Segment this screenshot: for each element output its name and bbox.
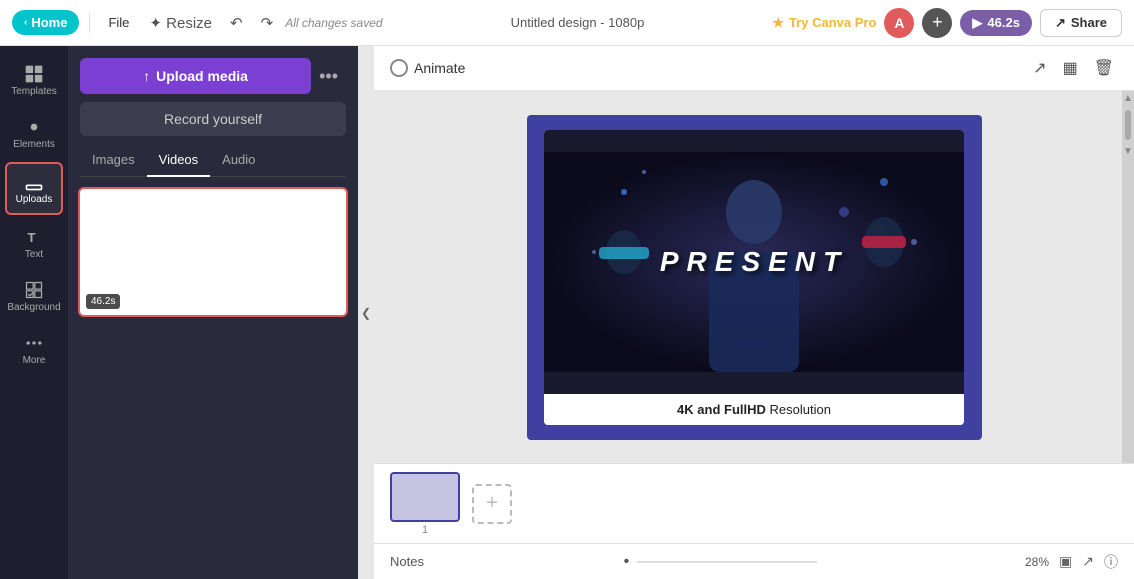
- add-slide-button[interactable]: +: [472, 484, 512, 524]
- scroll-down-arrow[interactable]: ▼: [1121, 144, 1134, 159]
- add-account-button[interactable]: +: [922, 8, 952, 38]
- background-icon: [24, 280, 44, 300]
- slide-video-area: PRESENT: [544, 130, 964, 394]
- chevron-left-icon: ‹: [24, 17, 27, 28]
- svg-text:T: T: [27, 230, 35, 245]
- animate-icon: [390, 59, 408, 77]
- background-label: Background: [7, 302, 60, 313]
- scrollbar-right[interactable]: ▲ ▼: [1122, 91, 1134, 463]
- design-title: Untitled design - 1080p: [511, 15, 645, 30]
- collapse-icon: ❮: [361, 306, 371, 320]
- share-icon: ↗: [1055, 15, 1066, 31]
- collapse-handle[interactable]: ❮: [358, 46, 374, 579]
- panel-tabs: Images Videos Audio: [80, 144, 346, 177]
- star-icon: ★: [772, 15, 784, 31]
- more-label: More: [23, 355, 46, 366]
- redo-button[interactable]: ↷: [255, 10, 280, 36]
- text-label: Text: [25, 249, 43, 260]
- nav-center: Untitled design - 1080p: [389, 15, 767, 30]
- record-yourself-button[interactable]: Record yourself: [80, 102, 346, 136]
- sidebar-item-uploads[interactable]: Uploads: [5, 162, 63, 215]
- sidebar-item-text[interactable]: T Text: [5, 219, 63, 268]
- elements-label: Elements: [13, 139, 55, 150]
- top-nav: ‹ Home File ✦ Resize ↶ ↷ All changes sav…: [0, 0, 1134, 46]
- zoom-label: 28%: [1025, 555, 1049, 569]
- uploads-icon: [24, 172, 44, 192]
- templates-icon: [24, 64, 44, 84]
- more-icon: [24, 333, 44, 353]
- help-button[interactable]: ⓘ: [1104, 552, 1118, 572]
- home-button[interactable]: ‹ Home: [12, 10, 79, 35]
- notes-right: 28% ▣ ↗ ⓘ: [1025, 552, 1118, 572]
- sidebar-item-background[interactable]: Background: [5, 272, 63, 321]
- resize-button[interactable]: ✦ Resize: [143, 10, 218, 36]
- media-item[interactable]: 46.2s: [78, 187, 348, 317]
- page-icon: ▣: [1059, 553, 1072, 569]
- sidebar-item-elements[interactable]: Elements: [5, 109, 63, 158]
- sidebar-item-more[interactable]: More: [5, 325, 63, 374]
- new-tab-icon-button[interactable]: ↗: [1029, 54, 1050, 82]
- slide-number-1: 1: [422, 524, 428, 536]
- text-icon: T: [24, 227, 44, 247]
- tab-audio[interactable]: Audio: [210, 144, 267, 177]
- timer-button[interactable]: ▶ 46.2s: [960, 10, 1032, 36]
- notes-label: Notes: [390, 554, 424, 569]
- file-button[interactable]: File: [100, 11, 137, 34]
- delete-icon-button[interactable]: 🗑: [1090, 54, 1118, 82]
- duplicate-icon-button[interactable]: ▦: [1059, 54, 1082, 82]
- slide-thumb-wrapper: 1: [390, 472, 460, 536]
- timeline-bar: 1 +: [374, 463, 1134, 543]
- slide-inner: PRESENT 4K and FullHD 4K and FullHD Reso…: [544, 130, 964, 425]
- canvas-toolbar-right: ↗ ▦ 🗑: [1029, 54, 1118, 82]
- media-duration: 46.2s: [86, 294, 120, 309]
- nav-divider: [89, 13, 90, 33]
- uploads-label: Uploads: [16, 194, 53, 205]
- uploads-panel: ↑ Upload media ••• Record yourself Image…: [68, 46, 358, 579]
- avatar-button[interactable]: A: [884, 8, 914, 38]
- home-label: Home: [31, 15, 67, 30]
- slide-caption: 4K and FullHD 4K and FullHD Resolution R…: [544, 394, 964, 425]
- slide-present-text: PRESENT: [660, 246, 848, 278]
- saved-status: All changes saved: [285, 16, 382, 30]
- design-slide[interactable]: PRESENT 4K and FullHD 4K and FullHD Reso…: [527, 115, 982, 440]
- upload-icon: ↑: [143, 68, 150, 84]
- canvas-toolbar: Animate ↗ ▦ 🗑: [374, 46, 1134, 91]
- sidebar-item-templates[interactable]: Templates: [5, 56, 63, 105]
- sidebar-icons: Templates Elements Uploads T Text Backgr…: [0, 46, 68, 579]
- slide-thumbnail-1[interactable]: [390, 472, 460, 522]
- notes-dot-indicator: •: [436, 553, 1013, 571]
- page-number-button[interactable]: ▣: [1059, 553, 1072, 570]
- canvas-main: ▲ ▼: [374, 91, 1134, 463]
- fullscreen-button[interactable]: ↗: [1082, 553, 1094, 570]
- media-grid: 46.2s: [68, 177, 358, 327]
- upload-more-button[interactable]: •••: [311, 66, 346, 87]
- share-button[interactable]: ↗ Share: [1040, 9, 1122, 37]
- scroll-thumb[interactable]: [1125, 110, 1131, 140]
- main-layout: Templates Elements Uploads T Text Backgr…: [0, 46, 1134, 579]
- canvas-area: Animate ↗ ▦ 🗑 ▲ ▼: [374, 46, 1134, 579]
- tab-images[interactable]: Images: [80, 144, 147, 177]
- elements-icon: [24, 117, 44, 137]
- undo-button[interactable]: ↶: [224, 10, 249, 36]
- upload-media-button[interactable]: ↑ Upload media: [80, 58, 311, 94]
- tab-videos[interactable]: Videos: [147, 144, 211, 177]
- templates-label: Templates: [11, 86, 57, 97]
- upload-top: ↑ Upload media •••: [80, 58, 346, 94]
- scroll-up-arrow[interactable]: ▲: [1121, 91, 1134, 106]
- try-pro-button[interactable]: ★ Try Canva Pro: [772, 15, 876, 31]
- nav-right: ★ Try Canva Pro A + ▶ 46.2s ↗ Share: [772, 8, 1122, 38]
- play-icon: ▶: [972, 15, 982, 31]
- resize-icon: ✦: [149, 15, 162, 32]
- notes-bar: Notes • 28% ▣ ↗ ⓘ: [374, 543, 1134, 579]
- animate-button[interactable]: Animate: [390, 59, 465, 77]
